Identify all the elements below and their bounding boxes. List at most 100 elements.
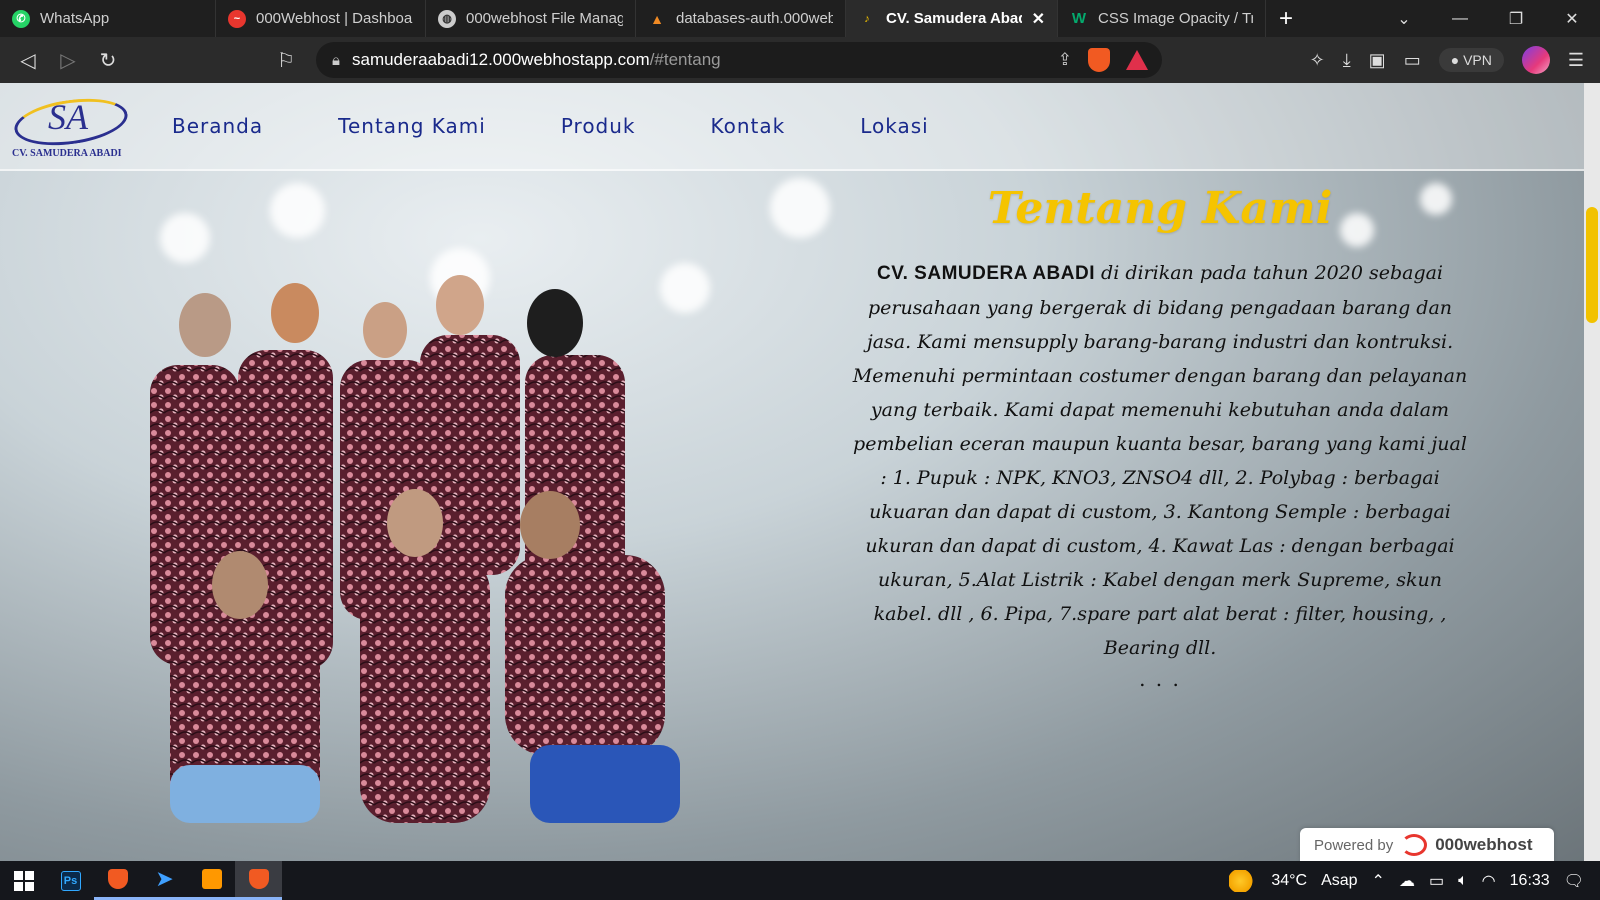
- toolbar-actions: ✧ ⤓ ▣ ▭ ● VPN ☰: [1310, 37, 1600, 83]
- powered-by-brand: 000webhost: [1435, 835, 1533, 854]
- 000webhost-icon: ~: [228, 9, 246, 28]
- tab-title: CV. Samudera Abadi: [886, 10, 1022, 27]
- close-window-icon[interactable]: ✕: [1544, 9, 1600, 29]
- background-bokeh: [270, 183, 325, 238]
- system-tray: 34°C Asap ⌃ ☁ ▭ 🔈︎ ◠ 16:33 🗨︎: [1229, 861, 1600, 900]
- restore-icon[interactable]: ❐: [1488, 9, 1544, 29]
- person-figure: [212, 551, 268, 619]
- about-text: di dirikan pada tahun 2020 sebagai perus…: [852, 262, 1468, 659]
- weather-icon[interactable]: [1229, 869, 1258, 892]
- w3schools-icon: W: [1071, 10, 1087, 27]
- forward-icon[interactable]: ▷: [48, 48, 88, 73]
- page-scrollbar[interactable]: [1584, 83, 1600, 861]
- tab-databases-auth[interactable]: ▲ databases-auth.000webh: [636, 0, 846, 37]
- vpn-label: VPN: [1463, 52, 1492, 68]
- brave-shields-icon[interactable]: [1088, 48, 1110, 72]
- chevron-up-icon[interactable]: ⌃: [1372, 871, 1385, 891]
- read-more-dots[interactable]: . . .: [850, 667, 1470, 691]
- scrollbar-thumb[interactable]: [1586, 207, 1598, 323]
- tab-search-icon[interactable]: ⌄: [1376, 9, 1432, 29]
- logo-caption: CV. SAMUDERA ABADI: [12, 148, 122, 159]
- sidebar-icon[interactable]: ▣: [1369, 50, 1386, 71]
- vpn-button[interactable]: ● VPN: [1438, 48, 1504, 72]
- menu-icon[interactable]: ☰: [1568, 50, 1584, 71]
- new-tab-button[interactable]: +: [1266, 5, 1306, 33]
- minimize-icon[interactable]: —: [1432, 10, 1488, 28]
- whatsapp-icon: ✆: [12, 9, 30, 28]
- tab-title: WhatsApp: [40, 10, 110, 27]
- tab-whatsapp[interactable]: ✆ WhatsApp: [0, 0, 216, 37]
- brave-rewards-icon[interactable]: [1126, 50, 1148, 70]
- logo-monogram: SA: [48, 97, 88, 137]
- page-viewport: SA CV. SAMUDERA ABADI Beranda Tentang Ka…: [0, 83, 1600, 861]
- windows-taskbar: Ps ➤ 34°C Asap ⌃ ☁ ▭ 🔈︎ ◠ 16:33 🗨︎: [0, 861, 1600, 900]
- background-bokeh: [770, 178, 830, 238]
- tab-css-image-opacity[interactable]: W CSS Image Opacity / Tran: [1058, 0, 1266, 37]
- wifi-icon[interactable]: ◠: [1482, 871, 1496, 891]
- tab-title: CSS Image Opacity / Tran: [1098, 10, 1253, 27]
- tab-title: 000webhost File Manage: [466, 10, 623, 27]
- download-icon[interactable]: ⤓: [1343, 50, 1351, 71]
- clock[interactable]: 16:33: [1510, 872, 1550, 890]
- about-section: Tentang Kami CV. SAMUDERA ABADI di dirik…: [850, 183, 1470, 691]
- photoshop-icon[interactable]: Ps: [47, 861, 94, 900]
- nav-beranda[interactable]: Beranda: [172, 114, 263, 138]
- globe-icon: ◍: [438, 9, 456, 28]
- battery-icon[interactable]: ▭: [1429, 871, 1444, 891]
- about-title: Tentang Kami: [987, 183, 1333, 234]
- weather-desc[interactable]: Asap: [1321, 872, 1357, 890]
- nav-kontak[interactable]: Kontak: [711, 114, 786, 138]
- person-figure: [530, 745, 680, 823]
- team-photo: [150, 275, 680, 823]
- tab-title: databases-auth.000webh: [676, 10, 833, 27]
- person-figure: [271, 283, 319, 343]
- brave-browser-active-icon[interactable]: [235, 861, 282, 900]
- browser-toolbar: ◁ ▷ ↻ ⚐ 🔒︎ samuderaabadi12.000webhostapp…: [0, 37, 1600, 83]
- profile-avatar[interactable]: [1521, 46, 1550, 74]
- url-path: /#tentang: [649, 50, 721, 69]
- app-icon[interactable]: ➤: [141, 861, 188, 900]
- url-host: samuderaabadi12.000webhostapp.com: [351, 50, 650, 69]
- person-figure: [179, 293, 231, 357]
- person-figure: [505, 555, 665, 755]
- browser-tab-bar: ✆ WhatsApp ~ 000Webhost | Dashboard ◍ 00…: [0, 0, 1600, 37]
- back-icon[interactable]: ◁: [8, 48, 48, 73]
- weather-temp[interactable]: 34°C: [1271, 872, 1307, 890]
- person-figure: [170, 765, 320, 823]
- person-figure: [363, 302, 407, 358]
- nav-tentang-kami[interactable]: Tentang Kami: [338, 114, 486, 138]
- person-figure: [387, 489, 443, 557]
- brave-browser-icon[interactable]: [94, 861, 141, 900]
- tab-title: 000Webhost | Dashboard: [256, 10, 413, 27]
- window-controls: ⌄ — ❐ ✕: [1376, 0, 1600, 37]
- tab-000webhost-dashboard[interactable]: ~ 000Webhost | Dashboard: [216, 0, 426, 37]
- database-icon: ▲: [650, 10, 664, 27]
- sublime-text-icon[interactable]: [188, 861, 235, 900]
- person-figure: [520, 491, 580, 559]
- tab-file-manager[interactable]: ◍ 000webhost File Manage: [426, 0, 636, 37]
- lock-icon[interactable]: 🔒︎: [332, 52, 340, 69]
- onedrive-icon[interactable]: ☁: [1399, 871, 1415, 891]
- powered-by-badge[interactable]: Powered by 000webhost: [1300, 828, 1554, 861]
- background-bokeh: [160, 213, 210, 263]
- site-logo-icon: ♪: [864, 12, 870, 25]
- notifications-icon[interactable]: 🗨︎: [1564, 871, 1584, 891]
- extensions-icon[interactable]: ✧: [1310, 50, 1325, 71]
- company-logo[interactable]: SA CV. SAMUDERA ABADI: [10, 90, 136, 162]
- site-nav: Beranda Tentang Kami Produk Kontak Lokas…: [172, 114, 929, 138]
- nav-lokasi[interactable]: Lokasi: [860, 114, 929, 138]
- wallet-icon[interactable]: ▭: [1404, 50, 1421, 71]
- bookmark-icon[interactable]: ⚐: [266, 48, 306, 73]
- nav-produk[interactable]: Produk: [561, 114, 636, 138]
- volume-icon[interactable]: 🔈︎: [1458, 872, 1468, 890]
- tab-cv-samudera-abadi[interactable]: ♪ CV. Samudera Abadi ✕: [846, 0, 1058, 37]
- about-paragraph: CV. SAMUDERA ABADI di dirikan pada tahun…: [850, 256, 1470, 665]
- reload-icon[interactable]: ↻: [88, 48, 128, 73]
- close-tab-icon[interactable]: ✕: [1032, 9, 1045, 29]
- about-company-name: CV. SAMUDERA ABADI: [876, 263, 1095, 284]
- site-header: SA CV. SAMUDERA ABADI Beranda Tentang Ka…: [0, 83, 1584, 171]
- person-figure: [436, 275, 484, 335]
- share-icon[interactable]: ⇪: [1058, 50, 1072, 70]
- windows-start-icon[interactable]: [0, 861, 47, 900]
- address-bar[interactable]: 🔒︎ samuderaabadi12.000webhostapp.com /#t…: [316, 42, 1162, 78]
